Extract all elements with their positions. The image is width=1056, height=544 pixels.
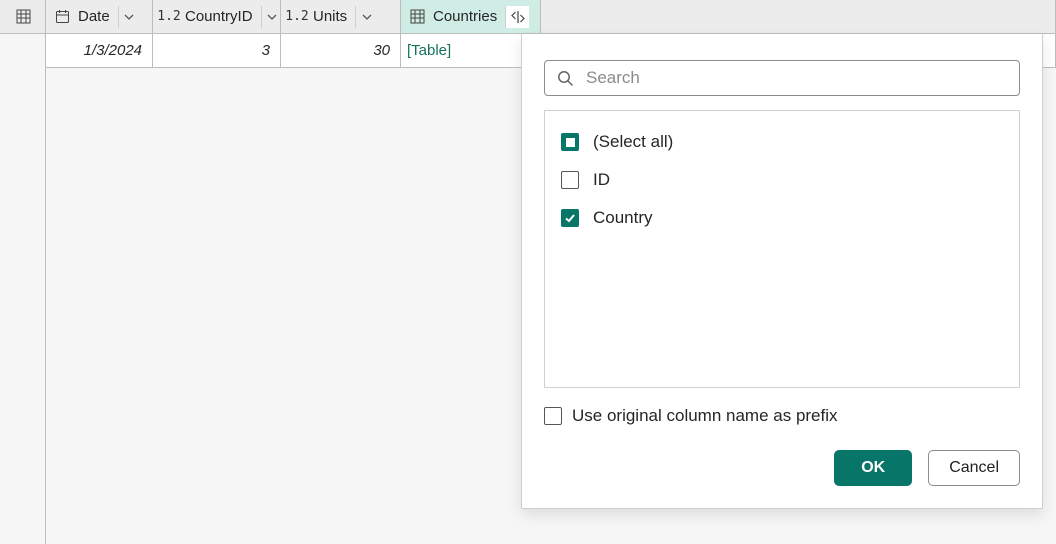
calendar-icon bbox=[52, 9, 72, 24]
column-name: Date bbox=[78, 8, 112, 25]
option-label: ID bbox=[593, 170, 610, 190]
column-name: CountryID bbox=[185, 8, 255, 25]
cell-date[interactable]: 1/3/2024 bbox=[46, 34, 153, 68]
column-name: Countries bbox=[433, 8, 499, 25]
column-name: Units bbox=[313, 8, 349, 25]
column-select-list: (Select all) ID Country bbox=[544, 110, 1020, 388]
cell-countries[interactable]: [Table] bbox=[401, 34, 541, 68]
row-selector-header[interactable] bbox=[0, 0, 46, 34]
option-label: Country bbox=[593, 208, 653, 228]
expand-column-button[interactable] bbox=[505, 6, 529, 28]
search-input[interactable] bbox=[584, 67, 1007, 89]
cell-countryid[interactable]: 3 bbox=[153, 34, 281, 68]
search-field[interactable] bbox=[544, 60, 1020, 96]
search-icon bbox=[557, 70, 574, 87]
checkbox-mixed[interactable] bbox=[561, 133, 579, 151]
checkbox-unchecked[interactable] bbox=[544, 407, 562, 425]
header-filler bbox=[541, 0, 1056, 34]
checkbox-checked[interactable] bbox=[561, 209, 579, 227]
expand-icon bbox=[510, 10, 526, 24]
column-header-countries[interactable]: Countries bbox=[401, 0, 541, 34]
chevron-down-icon bbox=[124, 12, 134, 22]
option-country[interactable]: Country bbox=[561, 199, 1003, 237]
cancel-button[interactable]: Cancel bbox=[928, 450, 1020, 486]
checkbox-unchecked[interactable] bbox=[561, 171, 579, 189]
option-select-all[interactable]: (Select all) bbox=[561, 123, 1003, 161]
ok-button[interactable]: OK bbox=[834, 450, 912, 486]
column-filter-button[interactable] bbox=[118, 6, 140, 28]
number-icon: 1.2 bbox=[159, 9, 179, 24]
column-header-units[interactable]: 1.2 Units bbox=[281, 0, 401, 34]
prefix-label: Use original column name as prefix bbox=[572, 406, 838, 426]
option-label: (Select all) bbox=[593, 132, 673, 152]
header-row: Date 1.2 CountryID 1.2 Units bbox=[0, 0, 1056, 34]
number-icon: 1.2 bbox=[287, 9, 307, 24]
expand-column-panel: (Select all) ID Country Use original col… bbox=[521, 34, 1043, 509]
chevron-down-icon bbox=[362, 12, 372, 22]
option-id[interactable]: ID bbox=[561, 161, 1003, 199]
column-filter-button[interactable] bbox=[355, 6, 377, 28]
table-icon bbox=[14, 9, 34, 24]
column-header-date[interactable]: Date bbox=[46, 0, 153, 34]
column-header-countryid[interactable]: 1.2 CountryID bbox=[153, 0, 281, 34]
panel-buttons: OK Cancel bbox=[544, 450, 1020, 486]
cell-units[interactable]: 30 bbox=[281, 34, 401, 68]
prefix-checkbox-row[interactable]: Use original column name as prefix bbox=[544, 406, 1020, 426]
column-filter-button[interactable] bbox=[261, 6, 283, 28]
table-icon bbox=[407, 9, 427, 24]
chevron-down-icon bbox=[267, 12, 277, 22]
